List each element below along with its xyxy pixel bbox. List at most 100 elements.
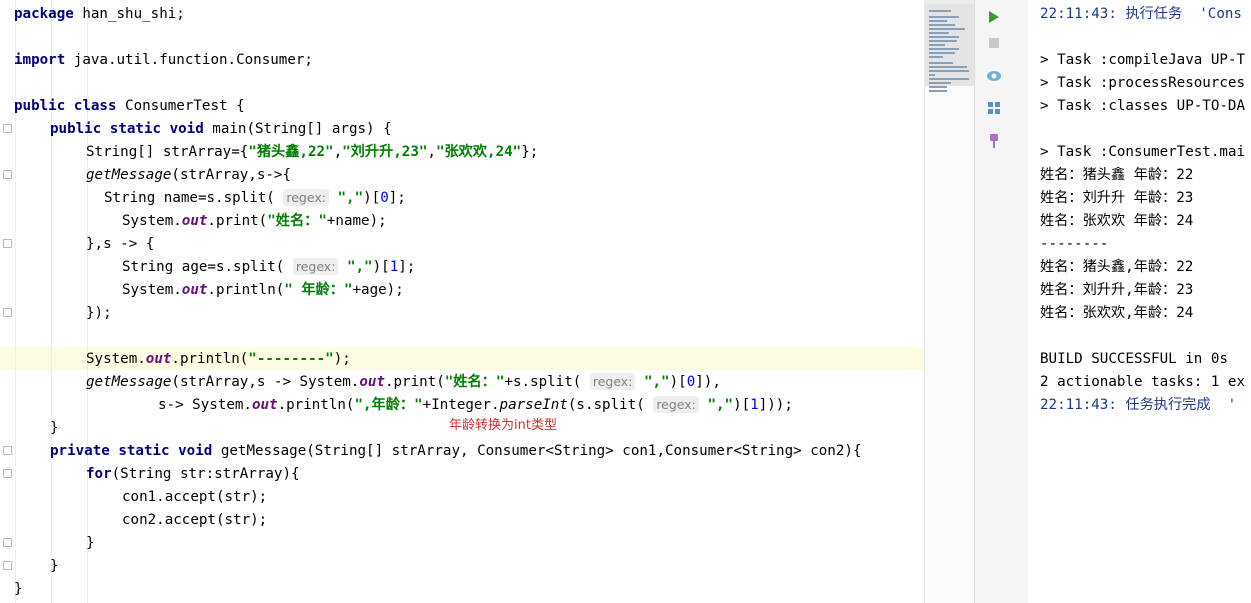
code-token: private — [50, 443, 110, 459]
console-line: 姓名：刘升升 年龄：23 — [1040, 190, 1194, 206]
code-token: .print( — [384, 374, 445, 390]
minimap-line — [929, 52, 955, 54]
code-token: for — [86, 466, 112, 482]
code-token: ]; — [388, 190, 406, 206]
code-line: System.out.println("--------"); — [86, 348, 351, 371]
code-editor[interactable]: package han_shu_shi; import java.util.fun… — [0, 0, 924, 603]
code-token: " 年龄：" — [284, 282, 353, 298]
code-token: con2.accept(str); — [122, 512, 268, 528]
code-token: s-> System. — [158, 397, 252, 413]
minimap-line — [929, 28, 965, 30]
code-token: +age); — [352, 282, 404, 298]
code-token: .println( — [171, 351, 249, 367]
minimap-line — [929, 66, 967, 68]
console-line: > Task :compileJava UP-T — [1040, 52, 1245, 68]
layout-icon[interactable] — [985, 99, 1003, 117]
code-token: )[ — [363, 190, 381, 206]
minimap-line — [929, 16, 959, 18]
code-token: import — [14, 52, 66, 68]
code-token: )[ — [372, 259, 390, 275]
fold-marker[interactable] — [3, 538, 12, 547]
code-token: class — [73, 98, 117, 114]
console-line: > Task :processResources — [1040, 75, 1245, 91]
code-token: } — [50, 420, 59, 436]
parameter-hint: regex: — [589, 373, 636, 390]
code-line: getMessage(strArray,s -> System.out.prin… — [86, 371, 721, 394]
code-token: "猪头鑫,22" — [248, 144, 334, 160]
run-console[interactable]: 22:11:43: 执行任务 'Cons > Task :compileJava … — [1028, 0, 1251, 603]
console-line: 姓名：张欢欢,年龄：24 — [1040, 305, 1194, 321]
code-line: package han_shu_shi; — [14, 3, 185, 26]
run-icon[interactable] — [985, 8, 1003, 26]
code-token: } — [14, 581, 23, 597]
eye-icon[interactable] — [985, 67, 1003, 85]
console-line: > Task :classes UP-TO-DA — [1040, 98, 1245, 114]
code-token: "--------" — [248, 351, 334, 367]
minimap-line — [929, 86, 947, 88]
code-token: 1 — [750, 397, 759, 413]
code-line: String[] strArray={"猪头鑫,22","刘升升,23","张欢… — [86, 141, 538, 164]
indent-guide — [15, 0, 16, 603]
code-line: public class ConsumerTest { — [14, 95, 245, 118]
fold-marker[interactable] — [3, 561, 12, 570]
code-token: out — [359, 374, 385, 390]
console-line: 姓名：猪头鑫,年龄：22 — [1040, 259, 1194, 275]
minimap-line — [929, 24, 955, 26]
console-line: 姓名：张欢欢 年龄：24 — [1040, 213, 1194, 229]
fold-marker[interactable] — [3, 170, 12, 179]
code-token: .println( — [277, 397, 355, 413]
code-token: 0 — [380, 190, 389, 206]
parameter-hint: regex: — [292, 258, 339, 275]
code-token: ConsumerTest { — [116, 98, 245, 114]
code-token: main(String[] args) { — [203, 121, 392, 137]
code-token: "刘升升,23" — [342, 144, 428, 160]
code-line: String age=s.split( regex: ",")[1]; — [122, 256, 415, 279]
code-line: } — [14, 578, 23, 601]
code-token: out — [181, 213, 208, 229]
code-token: , — [333, 144, 343, 160]
code-token: +name); — [326, 213, 387, 229]
minimap-line — [929, 56, 943, 58]
code-token: },s -> { — [86, 236, 155, 252]
code-line: String name=s.split( regex: ",")[0]; — [104, 187, 406, 210]
fold-marker[interactable] — [3, 446, 12, 455]
stop-icon[interactable] — [985, 34, 1003, 52]
code-token: "姓名：" — [444, 374, 505, 390]
parameter-hint: regex: — [283, 189, 329, 206]
fold-marker[interactable] — [3, 239, 12, 248]
code-token: void — [169, 121, 204, 137]
code-line: private static void getMessage(String[] … — [50, 440, 861, 463]
code-token: "," — [346, 259, 373, 275]
code-minimap[interactable] — [924, 4, 975, 603]
code-token: out — [145, 351, 172, 367]
code-token: )[ — [733, 397, 751, 413]
fold-marker[interactable] — [3, 469, 12, 478]
minimap-line — [929, 44, 945, 46]
code-token: "," — [643, 374, 670, 390]
minimap-line — [929, 40, 957, 42]
code-line: } — [50, 555, 59, 578]
code-line: getMessage(strArray,s->{ — [86, 164, 291, 187]
code-token: package — [14, 6, 74, 22]
fold-marker[interactable] — [3, 308, 12, 317]
minimap-line — [929, 70, 969, 72]
code-token: String name=s.split( — [104, 190, 284, 206]
code-token: , — [427, 144, 436, 160]
code-token: ); — [333, 351, 351, 367]
code-token: }); — [86, 305, 112, 321]
console-line: 姓名：猪头鑫 年龄：22 — [1040, 167, 1194, 183]
code-token: (s.split( — [567, 397, 654, 413]
code-token: ])); — [758, 397, 793, 413]
code-token: getMessage(String[] strArray, Consumer<S… — [212, 443, 862, 459]
pin-icon[interactable] — [985, 132, 1003, 150]
code-token: 0 — [686, 374, 696, 390]
code-token: +s.split( — [504, 374, 590, 390]
fold-marker[interactable] — [3, 124, 12, 133]
code-token: )[ — [669, 374, 687, 390]
code-token: "," — [337, 190, 364, 206]
code-token: +Integer. — [422, 397, 500, 413]
